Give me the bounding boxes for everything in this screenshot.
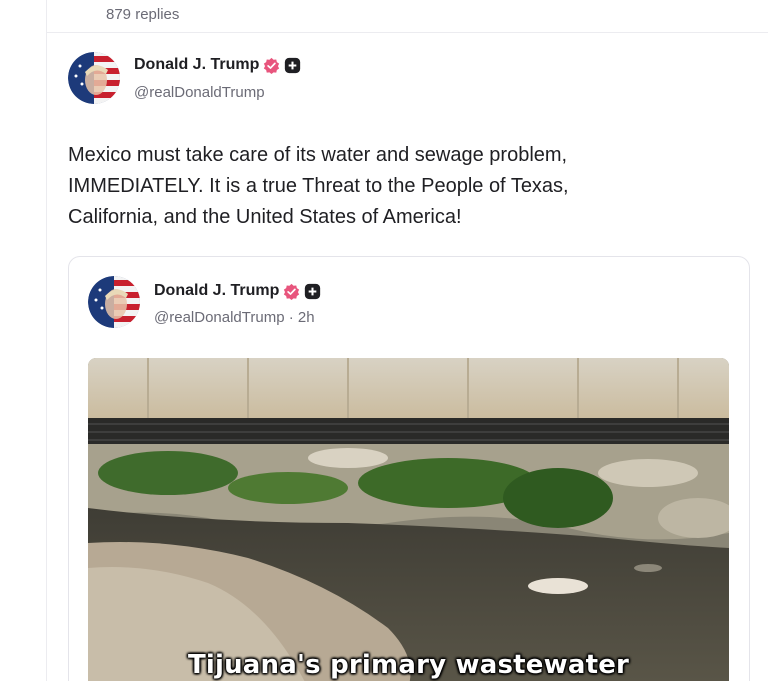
video-thumbnail[interactable]: Tijuana's primary wastewater xyxy=(88,358,729,681)
sewage-channel-image xyxy=(88,358,729,681)
post-text-line: Mexico must take care of its water and s… xyxy=(68,144,568,166)
author-name[interactable]: Donald J. Trump xyxy=(134,56,259,74)
quoted-author-avatar[interactable] xyxy=(88,276,140,328)
verified-badge-icon xyxy=(263,57,280,74)
quoted-author-name[interactable]: Donald J. Trump xyxy=(154,282,279,300)
divider xyxy=(47,32,768,33)
author-name-row: Donald J. Trump xyxy=(134,56,301,74)
video-caption: Tijuana's primary wastewater xyxy=(187,650,630,680)
plus-badge-icon xyxy=(284,57,301,74)
author-handle[interactable]: @realDonaldTrump xyxy=(134,84,265,101)
post-text-line: California, and the United States of Ame… xyxy=(68,206,462,228)
quoted-author-handle[interactable]: @realDonaldTrump · 2h xyxy=(154,309,315,326)
quoted-author-name-row: Donald J. Trump xyxy=(154,282,321,300)
post-body: Mexico must take care of its water and s… xyxy=(68,140,708,233)
replies-count[interactable]: 879 replies xyxy=(106,6,179,23)
plus-badge-icon xyxy=(304,283,321,300)
author-avatar[interactable] xyxy=(68,52,120,104)
verified-badge-icon xyxy=(283,283,300,300)
post-text-line: IMMEDIATELY. It is a true Threat to the … xyxy=(68,175,569,197)
